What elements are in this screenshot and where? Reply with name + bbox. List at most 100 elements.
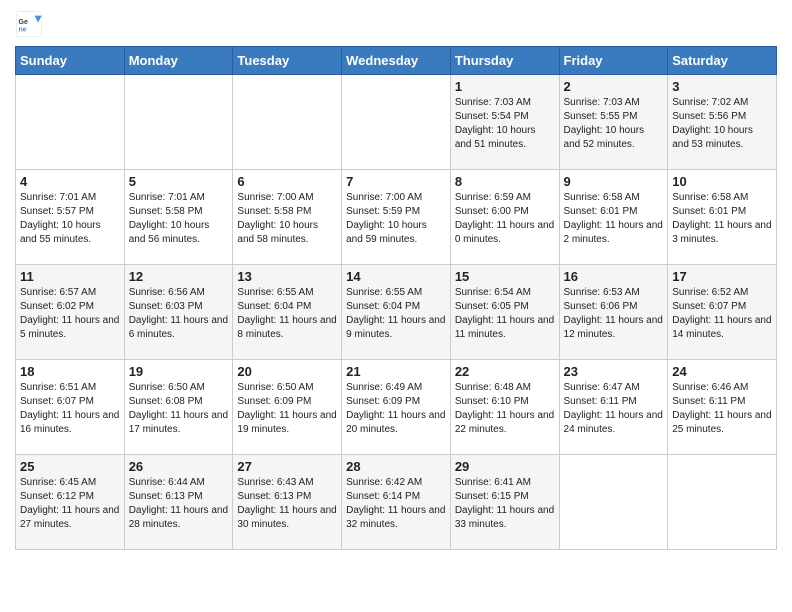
calendar-cell: 2Sunrise: 7:03 AM Sunset: 5:55 PM Daylig… [559,75,668,170]
day-number: 8 [455,174,555,189]
week-row-2: 11 Sunrise: 6:57 AM Sunset: 6:02 PM Dayli… [16,265,777,360]
header-day-saturday: Saturday [668,47,777,75]
header: Ge ne [15,10,777,38]
day-number: 10 [672,174,772,189]
calendar-cell [342,75,451,170]
day-info: Sunrise: 7:01 AM Sunset: 5:57 PM Dayligh… [20,191,120,247]
header-day-tuesday: Tuesday [233,47,342,75]
header-day-wednesday: Wednesday [342,47,451,75]
day-number: 22 [455,364,555,379]
day-number: 18 [20,364,120,379]
header-day-sunday: Sunday [16,47,125,75]
day-number: 28 [346,459,446,474]
day-number: 23 [564,364,664,379]
calendar-cell: 7 Sunrise: 7:00 AM Sunset: 5:59 PM Daylig… [342,170,451,265]
calendar-cell: 8 Sunrise: 6:59 AM Sunset: 6:00 PM Daylig… [450,170,559,265]
calendar-cell: 15 Sunrise: 6:54 AM Sunset: 6:05 PM Dayli… [450,265,559,360]
day-number: 15 [455,269,555,284]
calendar-cell: 25Sunrise: 6:45 AM Sunset: 6:12 PM Dayli… [16,455,125,550]
day-number: 20 [237,364,337,379]
calendar-cell [124,75,233,170]
day-number: 13 [237,269,337,284]
day-info: Sunrise: 6:55 AM Sunset: 6:04 PM Dayligh… [237,286,337,342]
day-info: Sunrise: 6:52 AM Sunset: 6:07 PM Dayligh… [672,286,772,342]
day-info: Sunrise: 6:44 AM Sunset: 6:13 PM Dayligh… [129,476,229,532]
calendar-cell: 1 Sunrise: 7:03 AM Sunset: 5:54 PM Daylig… [450,75,559,170]
day-number: 3 [672,79,772,94]
calendar-cell: 20 Sunrise: 6:50 AM Sunset: 6:09 PM Dayli… [233,360,342,455]
calendar-cell: 29 Sunrise: 6:41 AM Sunset: 6:15 PM Dayli… [450,455,559,550]
day-info: Sunrise: 6:48 AM Sunset: 6:10 PM Dayligh… [455,381,555,437]
week-row-0: 1 Sunrise: 7:03 AM Sunset: 5:54 PM Daylig… [16,75,777,170]
calendar-cell: 14 Sunrise: 6:55 AM Sunset: 6:04 PM Dayli… [342,265,451,360]
day-info: Sunrise: 6:49 AM Sunset: 6:09 PM Dayligh… [346,381,446,437]
day-number: 24 [672,364,772,379]
day-number: 16 [564,269,664,284]
day-number: 21 [346,364,446,379]
header-day-monday: Monday [124,47,233,75]
calendar-cell [16,75,125,170]
svg-text:Ge: Ge [19,19,28,26]
calendar-cell: 6 Sunrise: 7:00 AM Sunset: 5:58 PM Daylig… [233,170,342,265]
calendar-cell: 17 Sunrise: 6:52 AM Sunset: 6:07 PM Dayli… [668,265,777,360]
day-number: 12 [129,269,229,284]
day-info: Sunrise: 6:47 AM Sunset: 6:11 PM Dayligh… [564,381,664,437]
day-number: 5 [129,174,229,189]
day-info: Sunrise: 7:00 AM Sunset: 5:59 PM Dayligh… [346,191,446,247]
calendar-cell: 12Sunrise: 6:56 AM Sunset: 6:03 PM Dayli… [124,265,233,360]
calendar-cell [233,75,342,170]
calendar-cell: 28 Sunrise: 6:42 AM Sunset: 6:14 PM Dayli… [342,455,451,550]
day-info: Sunrise: 6:43 AM Sunset: 6:13 PM Dayligh… [237,476,337,532]
week-row-1: 4 Sunrise: 7:01 AM Sunset: 5:57 PM Daylig… [16,170,777,265]
day-info: Sunrise: 7:01 AM Sunset: 5:58 PM Dayligh… [129,191,229,247]
day-info: Sunrise: 7:00 AM Sunset: 5:58 PM Dayligh… [237,191,337,247]
calendar-cell [559,455,668,550]
calendar-cell: 3 Sunrise: 7:02 AM Sunset: 5:56 PM Daylig… [668,75,777,170]
day-number: 11 [20,269,120,284]
calendar-cell: 5 Sunrise: 7:01 AM Sunset: 5:58 PM Daylig… [124,170,233,265]
day-number: 26 [129,459,229,474]
day-info: Sunrise: 7:03 AM Sunset: 5:54 PM Dayligh… [455,96,555,152]
day-info: Sunrise: 6:42 AM Sunset: 6:14 PM Dayligh… [346,476,446,532]
svg-text:ne: ne [19,27,27,34]
week-row-4: 25Sunrise: 6:45 AM Sunset: 6:12 PM Dayli… [16,455,777,550]
day-number: 9 [564,174,664,189]
calendar-cell: 13 Sunrise: 6:55 AM Sunset: 6:04 PM Dayli… [233,265,342,360]
day-info: Sunrise: 7:03 AM Sunset: 5:55 PM Dayligh… [564,96,664,152]
calendar-cell: 9 Sunrise: 6:58 AM Sunset: 6:01 PM Daylig… [559,170,668,265]
calendar-cell: 16 Sunrise: 6:53 AM Sunset: 6:06 PM Dayli… [559,265,668,360]
day-info: Sunrise: 6:53 AM Sunset: 6:06 PM Dayligh… [564,286,664,342]
calendar-cell: 22 Sunrise: 6:48 AM Sunset: 6:10 PM Dayli… [450,360,559,455]
week-row-3: 18 Sunrise: 6:51 AM Sunset: 6:07 PM Dayli… [16,360,777,455]
day-info: Sunrise: 6:41 AM Sunset: 6:15 PM Dayligh… [455,476,555,532]
calendar-cell: 18 Sunrise: 6:51 AM Sunset: 6:07 PM Dayli… [16,360,125,455]
calendar-cell: 4 Sunrise: 7:01 AM Sunset: 5:57 PM Daylig… [16,170,125,265]
day-info: Sunrise: 7:02 AM Sunset: 5:56 PM Dayligh… [672,96,772,152]
calendar-cell [668,455,777,550]
day-info: Sunrise: 6:58 AM Sunset: 6:01 PM Dayligh… [672,191,772,247]
day-info: Sunrise: 6:46 AM Sunset: 6:11 PM Dayligh… [672,381,772,437]
calendar-cell: 10 Sunrise: 6:58 AM Sunset: 6:01 PM Dayli… [668,170,777,265]
day-number: 14 [346,269,446,284]
day-info: Sunrise: 6:50 AM Sunset: 6:08 PM Dayligh… [129,381,229,437]
day-number: 4 [20,174,120,189]
calendar-cell: 21 Sunrise: 6:49 AM Sunset: 6:09 PM Dayli… [342,360,451,455]
day-info: Sunrise: 6:45 AM Sunset: 6:12 PM Dayligh… [20,476,120,532]
day-info: Sunrise: 6:59 AM Sunset: 6:00 PM Dayligh… [455,191,555,247]
day-info: Sunrise: 6:55 AM Sunset: 6:04 PM Dayligh… [346,286,446,342]
day-info: Sunrise: 6:54 AM Sunset: 6:05 PM Dayligh… [455,286,555,342]
day-info: Sunrise: 6:50 AM Sunset: 6:09 PM Dayligh… [237,381,337,437]
day-number: 7 [346,174,446,189]
day-info: Sunrise: 6:58 AM Sunset: 6:01 PM Dayligh… [564,191,664,247]
calendar-header-row: SundayMondayTuesdayWednesdayThursdayFrid… [16,47,777,75]
day-number: 1 [455,79,555,94]
day-number: 19 [129,364,229,379]
calendar-cell: 24 Sunrise: 6:46 AM Sunset: 6:11 PM Dayli… [668,360,777,455]
calendar-cell: 11 Sunrise: 6:57 AM Sunset: 6:02 PM Dayli… [16,265,125,360]
day-number: 29 [455,459,555,474]
logo-icon: Ge ne [15,10,43,38]
day-number: 17 [672,269,772,284]
day-info: Sunrise: 6:51 AM Sunset: 6:07 PM Dayligh… [20,381,120,437]
day-number: 6 [237,174,337,189]
day-info: Sunrise: 6:57 AM Sunset: 6:02 PM Dayligh… [20,286,120,342]
